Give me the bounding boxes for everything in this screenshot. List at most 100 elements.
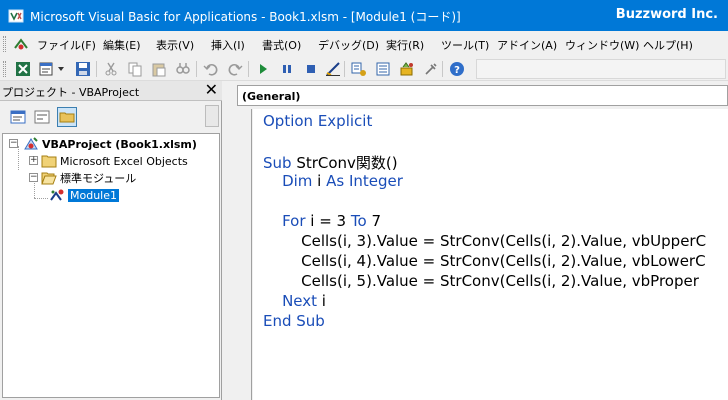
code-text: Cells(i, 5).Value = StrConv(Cells(i, 2).… [263, 272, 699, 290]
redo-icon[interactable] [226, 60, 244, 78]
menu-debug[interactable]: デバッグ(D) [318, 37, 379, 53]
properties-icon[interactable] [374, 60, 392, 78]
project-tree: − VBAProject (Book1.xlsm) + Microsoft Ex… [2, 133, 220, 398]
code-line[interactable]: Cells(i, 5).Value = StrConv(Cells(i, 2).… [263, 272, 699, 292]
vba-app-icon [8, 8, 24, 24]
run-icon[interactable] [254, 60, 272, 78]
menu-insert[interactable]: 挿入(I) [211, 37, 245, 53]
code-line[interactable]: For i = 3 To 7 [263, 212, 381, 232]
menu-file[interactable]: ファイル(F) [37, 37, 96, 53]
paste-icon[interactable] [150, 60, 168, 78]
project-pane-title: プロジェクト - VBAProject [2, 86, 140, 99]
toolbar-separator [248, 61, 249, 77]
code-line[interactable]: Option Explicit [263, 112, 372, 132]
code-text: Cells(i, 3).Value = StrConv(Cells(i, 2).… [263, 232, 707, 250]
vba-menu-icon[interactable] [13, 36, 29, 52]
menu-run[interactable]: 実行(R) [386, 37, 424, 53]
vba-editor-window: Microsoft Visual Basic for Applications … [0, 0, 728, 400]
toolbox-icon[interactable] [422, 60, 440, 78]
toolbar-position-box [476, 59, 726, 79]
code-line[interactable]: Cells(i, 4).Value = StrConv(Cells(i, 2).… [263, 252, 706, 272]
tree-node-standard-modules[interactable]: 標準モジュール [41, 170, 136, 186]
menu-tools[interactable]: ツール(T) [441, 37, 489, 53]
tree-connector [18, 146, 19, 170]
expand-excel-objects-toggle[interactable]: + [29, 156, 38, 165]
module-icon [50, 189, 64, 201]
code-line[interactable]: Next i [263, 292, 326, 312]
code-text: i [321, 292, 326, 310]
code-keyword: To [350, 212, 372, 230]
reset-icon[interactable] [302, 60, 320, 78]
collapse-standard-modules-toggle[interactable]: − [29, 173, 38, 182]
code-text: 7 [371, 212, 381, 230]
code-line[interactable]: End Sub [263, 312, 325, 332]
code-text: StrConv関数() [296, 154, 398, 172]
brand-label: Buzzword Inc. [615, 7, 718, 22]
menu-edit[interactable]: 編集(E) [103, 37, 141, 53]
tree-node-module1[interactable]: Module1 [49, 187, 119, 203]
code-text: i = 3 [310, 212, 351, 230]
code-keyword: Option Explicit [263, 112, 373, 130]
collapse-project-toggle[interactable]: − [9, 139, 18, 148]
chevron-down-icon[interactable] [56, 60, 66, 78]
find-icon[interactable] [174, 60, 192, 78]
code-keyword: As Integer [326, 172, 403, 190]
view-code-icon[interactable] [8, 107, 28, 127]
project-explorer-icon[interactable] [350, 60, 368, 78]
help-icon[interactable]: ? [448, 60, 466, 78]
toolbar-separator [96, 61, 97, 77]
code-text: Cells(i, 4).Value = StrConv(Cells(i, 2).… [263, 252, 706, 270]
tree-label-module1: Module1 [68, 188, 119, 202]
menu-addins[interactable]: アドイン(A) [497, 37, 557, 53]
code-text: i [317, 172, 327, 190]
menu-window[interactable]: ウィンドウ(W) [565, 37, 639, 53]
tree-node-project[interactable]: VBAProject (Book1.xlsm) [23, 136, 197, 152]
vba-project-icon [24, 137, 38, 150]
design-mode-icon[interactable] [324, 60, 342, 78]
folder-icon [41, 155, 57, 168]
menu-help[interactable]: ヘルプ(H) [643, 37, 693, 53]
project-pane-toolbar [0, 103, 222, 131]
code-keyword: For [263, 212, 311, 230]
standard-toolbar: ? [0, 57, 728, 81]
code-line[interactable]: Sub StrConv関数() [263, 152, 398, 172]
code-keyword: Next [263, 292, 322, 310]
cut-icon[interactable] [102, 60, 120, 78]
toggle-folders-icon[interactable] [57, 107, 77, 127]
object-browser-icon[interactable] [398, 60, 416, 78]
project-pane-scrollbar[interactable] [205, 105, 219, 127]
code-keyword: End Sub [263, 312, 325, 330]
menu-bar: ファイル(F) 編集(E) 表示(V) 挿入(I) 書式(O) デバッグ(D) … [0, 31, 728, 57]
object-dropdown[interactable]: (General) [237, 85, 728, 106]
tree-label-excel-objects: Microsoft Excel Objects [60, 154, 188, 168]
tree-label-standard-modules: 標準モジュール [60, 172, 137, 185]
excel-icon[interactable] [14, 60, 32, 78]
code-line[interactable]: Cells(i, 3).Value = StrConv(Cells(i, 2).… [263, 232, 706, 252]
save-icon[interactable] [74, 60, 92, 78]
code-margin-indicator-bar[interactable] [228, 109, 252, 400]
window-title: Microsoft Visual Basic for Applications … [30, 10, 461, 24]
menubar-grip[interactable] [3, 36, 6, 52]
close-icon[interactable]: ✕ [205, 81, 218, 99]
svg-text:?: ? [454, 65, 460, 76]
insert-userform-icon[interactable] [38, 60, 56, 78]
code-keyword: Dim [263, 172, 318, 190]
project-explorer-pane: プロジェクト - VBAProject ✕ − VBAProject (Book… [0, 81, 222, 400]
break-icon[interactable] [278, 60, 296, 78]
copy-icon[interactable] [126, 60, 144, 78]
toolbar-separator [196, 61, 197, 77]
tree-node-excel-objects[interactable]: Microsoft Excel Objects [41, 153, 188, 169]
toolbar-grip[interactable] [3, 61, 6, 77]
code-keyword: Sub [263, 154, 297, 172]
title-bar: Microsoft Visual Basic for Applications … [0, 0, 728, 31]
toolbar-separator [344, 61, 345, 77]
open-folder-icon [41, 172, 57, 185]
code-line[interactable]: Dim i As Integer [263, 172, 403, 192]
view-object-icon[interactable] [32, 107, 52, 127]
menu-format[interactable]: 書式(O) [262, 37, 301, 53]
toolbar-separator [442, 61, 443, 77]
tree-label-project: VBAProject (Book1.xlsm) [42, 137, 197, 151]
code-editor[interactable]: Option Explicit Sub StrConv関数() Dim i As … [253, 109, 728, 400]
menu-view[interactable]: 表示(V) [156, 37, 194, 53]
undo-icon[interactable] [202, 60, 220, 78]
